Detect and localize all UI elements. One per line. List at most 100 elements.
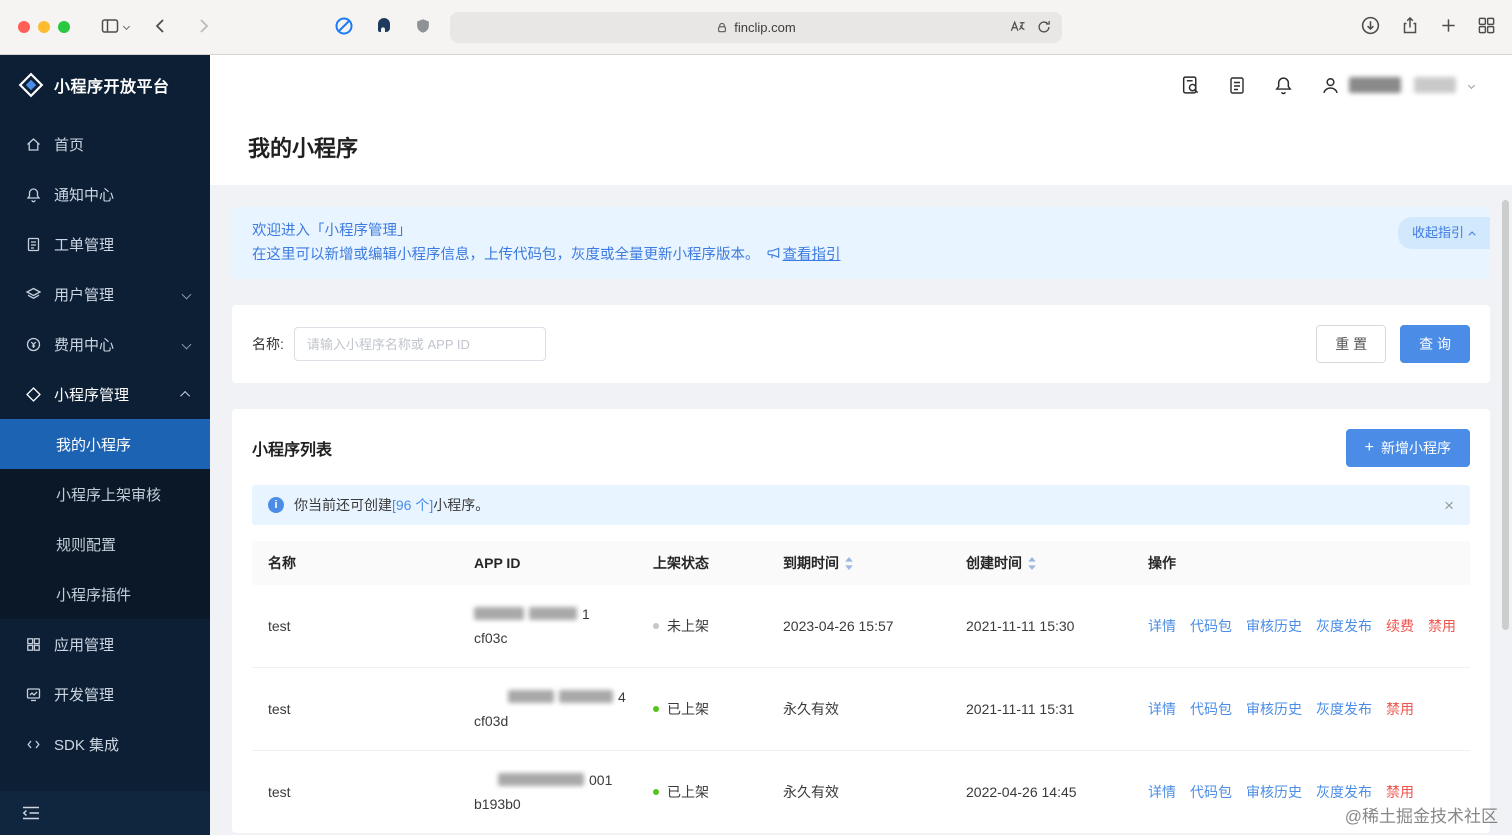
miniprogram-table: 名称 APP ID 上架状态 到期时间 创建时间 操作: [252, 541, 1470, 833]
view-guide-link[interactable]: 查看指引: [783, 247, 841, 263]
sidebar-item-notifications[interactable]: 通知中心: [0, 169, 210, 219]
sidebar: 小程序开放平台 首页 通知中心 工单管理: [0, 55, 210, 835]
logo: 小程序开放平台: [0, 55, 210, 115]
close-icon[interactable]: ×: [1444, 497, 1454, 514]
action-review-history[interactable]: 审核历史: [1246, 616, 1302, 636]
share-icon[interactable]: [1400, 15, 1420, 36]
action-gray-release[interactable]: 灰度发布: [1316, 616, 1372, 636]
cell-status: 已上架: [637, 699, 767, 719]
action-code-package[interactable]: 代码包: [1190, 782, 1232, 802]
address-bar[interactable]: finclip.com: [450, 12, 1062, 43]
table-header-row: 名称 APP ID 上架状态 到期时间 创建时间 操作: [252, 541, 1470, 585]
sidebar-item-miniprogram-management[interactable]: 小程序管理: [0, 369, 210, 419]
action-disable[interactable]: 禁用: [1386, 782, 1414, 802]
sidebar-item-users[interactable]: 用户管理: [0, 269, 210, 319]
cell-created: 2021-11-11 15:31: [950, 701, 1132, 717]
sidebar-item-sdk[interactable]: SDK 集成: [0, 719, 210, 769]
bell-icon[interactable]: [1273, 75, 1294, 96]
action-disable[interactable]: 禁用: [1386, 699, 1414, 719]
action-review-history[interactable]: 审核历史: [1246, 699, 1302, 719]
page-content: 欢迎进入「小程序管理」 在这里可以新增或编辑小程序信息，上传代码包，灰度或全量更…: [210, 185, 1512, 835]
user-menu[interactable]: [1320, 75, 1474, 96]
sort-icon[interactable]: [1027, 556, 1037, 571]
list-title: 小程序列表: [252, 436, 332, 460]
close-window-button[interactable]: [18, 21, 30, 33]
diamond-icon: [24, 386, 42, 403]
table-row: test 001 b193b0 已上架 永久有效 2022-04-26 14:4…: [252, 751, 1470, 833]
coin-icon: [24, 336, 42, 353]
blurred-username: [1349, 77, 1401, 93]
action-detail[interactable]: 详情: [1148, 616, 1176, 636]
sidebar-item-apps[interactable]: 应用管理: [0, 619, 210, 669]
layers-icon: [24, 286, 42, 303]
chevron-down-icon: [1468, 81, 1475, 88]
forward-icon[interactable]: [193, 16, 213, 36]
reset-button[interactable]: 重 置: [1316, 325, 1386, 363]
cell-name: test: [252, 618, 458, 634]
blurred-username-2: [1414, 77, 1456, 93]
action-code-package[interactable]: 代码包: [1190, 699, 1232, 719]
action-review-history[interactable]: 审核历史: [1246, 782, 1302, 802]
top-header: [210, 55, 1512, 115]
bell-icon: [24, 186, 42, 203]
action-gray-release[interactable]: 灰度发布: [1316, 699, 1372, 719]
new-tab-icon[interactable]: [1439, 16, 1458, 35]
sidebar-options-chevron-icon[interactable]: [123, 22, 130, 29]
cell-created: 2022-04-26 14:45: [950, 784, 1132, 800]
action-code-package[interactable]: 代码包: [1190, 616, 1232, 636]
name-field-label: 名称:: [252, 334, 284, 354]
zoom-window-button[interactable]: [58, 21, 70, 33]
action-renew[interactable]: 续费: [1386, 616, 1414, 636]
minimize-window-button[interactable]: [38, 21, 50, 33]
action-detail[interactable]: 详情: [1148, 782, 1176, 802]
evernote-extension-icon[interactable]: [374, 16, 394, 36]
sidebar-subitem-review[interactable]: 小程序上架审核: [0, 469, 210, 519]
sidebar-item-development[interactable]: 开发管理: [0, 669, 210, 719]
downloads-icon[interactable]: [1360, 15, 1381, 36]
sidebar-subitem-my-miniprograms[interactable]: 我的小程序: [0, 419, 210, 469]
action-disable[interactable]: 禁用: [1428, 616, 1456, 636]
cell-appid: 1 cf03c: [458, 602, 637, 650]
search-card: 名称: 重 置 查 询: [232, 305, 1490, 383]
collapse-guide-button[interactable]: 收起指引: [1398, 217, 1490, 249]
query-button[interactable]: 查 询: [1400, 325, 1470, 363]
translate-icon[interactable]: [1009, 18, 1026, 35]
quota-alert: i 你当前还可创建[96 个]小程序。 ×: [252, 485, 1470, 525]
name-search-input[interactable]: [294, 327, 546, 361]
form-list-icon[interactable]: [1227, 75, 1247, 96]
tab-overview-icon[interactable]: [1477, 16, 1496, 35]
shield-extension-icon[interactable]: [414, 16, 432, 36]
back-icon[interactable]: [151, 16, 171, 36]
page-title: 我的小程序: [248, 131, 1474, 163]
sidebar-item-home[interactable]: 首页: [0, 119, 210, 169]
sidebar-item-tickets[interactable]: 工单管理: [0, 219, 210, 269]
cell-status: 已上架: [637, 782, 767, 802]
status-dot: [653, 706, 659, 712]
sort-icon[interactable]: [844, 556, 854, 571]
chevron-down-icon: [182, 289, 192, 299]
banner-line2: 在这里可以新增或编辑小程序信息，上传代码包，灰度或全量更新小程序版本。查看指引: [252, 243, 1470, 267]
status-dot: [653, 623, 659, 629]
sidebar-toggle-icon[interactable]: [100, 16, 120, 36]
action-detail[interactable]: 详情: [1148, 699, 1176, 719]
sidebar-item-billing[interactable]: 费用中心: [0, 319, 210, 369]
action-gray-release[interactable]: 灰度发布: [1316, 782, 1372, 802]
banner-line1: 欢迎进入「小程序管理」: [252, 219, 1470, 243]
logo-diamond-icon: [18, 72, 44, 98]
row-actions: 详情 代码包 审核历史 灰度发布 续费 禁用: [1148, 616, 1470, 636]
add-miniprogram-button[interactable]: + 新增小程序: [1346, 429, 1470, 467]
scrollbar-thumb[interactable]: [1502, 200, 1509, 630]
reload-icon[interactable]: [1036, 19, 1052, 35]
sidebar-subitem-rules[interactable]: 规则配置: [0, 519, 210, 569]
sidebar-collapse-button[interactable]: [0, 791, 210, 835]
cell-appid: 001 b193b0: [458, 768, 637, 816]
doc-search-icon[interactable]: [1180, 75, 1201, 96]
monitor-chart-icon: [24, 686, 42, 703]
sidebar-subitem-plugins[interactable]: 小程序插件: [0, 569, 210, 619]
table-row: test 1 cf03c 未上架 2023-04-26 15:57 2021-1…: [252, 585, 1470, 668]
watermark: @稀土掘金技术社区: [1345, 802, 1498, 827]
cell-name: test: [252, 701, 458, 717]
chevron-down-icon: [182, 339, 192, 349]
blocker-extension-icon[interactable]: [334, 16, 354, 36]
megaphone-icon: [766, 246, 781, 261]
